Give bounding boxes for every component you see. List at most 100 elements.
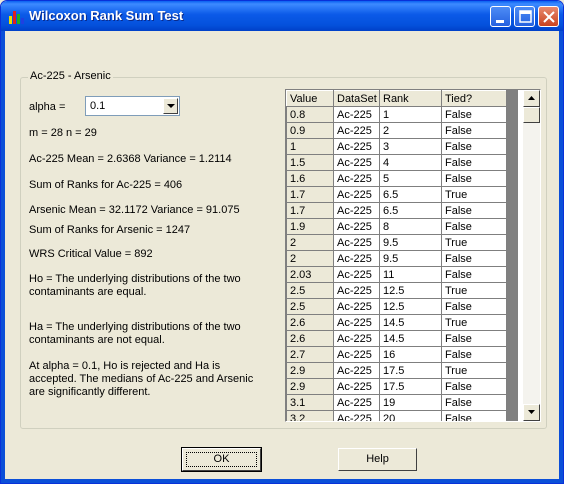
table-cell: 2 (286, 234, 334, 251)
table-cell: 8 (379, 218, 442, 235)
table-row[interactable]: 2 Ac-225 9.5 False (286, 250, 507, 267)
table-cell: 2 (286, 250, 334, 267)
table-cell: 9.5 (379, 250, 442, 267)
table-row[interactable]: 0.9 Ac-225 2 False (286, 122, 507, 139)
window-title: Wilcoxon Rank Sum Test (29, 8, 184, 23)
close-button[interactable] (538, 6, 559, 27)
table-header-row: Value DataSet Rank Tied? (286, 90, 507, 107)
ok-button[interactable]: OK (181, 447, 262, 472)
table-cell: Ac-225 (333, 154, 380, 171)
table-cell: Ac-225 (333, 394, 380, 411)
table-row[interactable]: 2.5 Ac-225 12.5 False (286, 298, 507, 315)
table-cell: False (441, 298, 507, 315)
ranks-table[interactable]: Value DataSet Rank Tied? 0.8 Ac-225 1 False… (285, 89, 541, 422)
table-row[interactable]: 2.5 Ac-225 12.5 True (286, 282, 507, 299)
table-cell: 3 (379, 138, 442, 155)
table-cell: 3.2 (286, 410, 334, 421)
table-row[interactable]: 2.6 Ac-225 14.5 True (286, 314, 507, 331)
table-cell: Ac-225 (333, 202, 380, 219)
table-cell: 20 (379, 410, 442, 421)
table-cell: 17.5 (379, 378, 442, 395)
scroll-thumb[interactable] (523, 107, 540, 123)
table-cell: False (441, 410, 507, 421)
alpha-dropdown-button[interactable] (163, 98, 178, 114)
arsenic-mean-variance: Arsenic Mean = 32.1172 Variance = 91.075 (29, 204, 240, 216)
frame-right (559, 31, 563, 483)
table-cell: 17.5 (379, 362, 442, 379)
table-cell: 1 (286, 138, 334, 155)
table-cell: Ac-225 (333, 266, 380, 283)
frame-left (1, 31, 5, 483)
table-row[interactable]: 1.6 Ac-225 5 False (286, 170, 507, 187)
close-icon (543, 11, 555, 23)
table-cell: Ac-225 (333, 378, 380, 395)
table-row[interactable]: 2.9 Ac-225 17.5 False (286, 378, 507, 395)
table-cell: Ac-225 (333, 122, 380, 139)
table-cell: 2.03 (286, 266, 334, 283)
scroll-down-button[interactable] (523, 404, 540, 421)
frame-bottom (1, 479, 563, 483)
table-cell: 1.7 (286, 186, 334, 203)
table-cell: Ac-225 (333, 170, 380, 187)
table-cell: Ac-225 (333, 106, 380, 123)
test-conclusion: At alpha = 0.1, Ho is rejected and Ha is… (29, 360, 254, 398)
table-cell: Ac-225 (333, 186, 380, 203)
table-body: 0.8 Ac-225 1 False 0.9 Ac-225 2 False 1 Ac-225 3 Fa… (286, 106, 507, 421)
maximize-button[interactable] (514, 6, 535, 27)
table-row[interactable]: 1.7 Ac-225 6.5 True (286, 186, 507, 203)
vertical-scrollbar[interactable] (523, 90, 540, 421)
table-cell: 9.5 (379, 234, 442, 251)
table-cell: 6.5 (379, 202, 442, 219)
table-row[interactable]: 3.2 Ac-225 20 False (286, 410, 507, 421)
table-row[interactable]: 2.7 Ac-225 16 False (286, 346, 507, 363)
table-cell: 0.8 (286, 106, 334, 123)
dialog-window: Wilcoxon Rank Sum Test Ac-225 - Arsenic … (0, 0, 564, 484)
table-cell: 11 (379, 266, 442, 283)
table-row[interactable]: 0.8 Ac-225 1 False (286, 106, 507, 123)
table-row[interactable]: 1 Ac-225 3 False (286, 138, 507, 155)
table-cell: 2.5 (286, 282, 334, 299)
table-cell: 1 (379, 106, 442, 123)
table-row[interactable]: 1.5 Ac-225 4 False (286, 154, 507, 171)
table-cell: 2.5 (286, 298, 334, 315)
table-row[interactable]: 2.9 Ac-225 17.5 True (286, 362, 507, 379)
table-cell: Ac-225 (333, 218, 380, 235)
table-cell: False (441, 394, 507, 411)
table-cell: Ac-225 (333, 138, 380, 155)
table-cell: 5 (379, 170, 442, 187)
table-cell: 1.7 (286, 202, 334, 219)
column-header-dataset[interactable]: DataSet (333, 90, 380, 107)
table-row[interactable]: 2 Ac-225 9.5 True (286, 234, 507, 251)
minimize-button[interactable] (490, 6, 511, 27)
column-header-tied[interactable]: Tied? (441, 90, 507, 107)
table-cell: False (441, 346, 507, 363)
scroll-down-icon (528, 410, 535, 414)
table-row[interactable]: 1.9 Ac-225 8 False (286, 218, 507, 235)
alpha-select[interactable]: 0.1 (85, 96, 180, 116)
column-header-value[interactable]: Value (286, 90, 334, 107)
table-cell: 2 (379, 122, 442, 139)
chevron-down-icon (167, 104, 175, 108)
table-cell: False (441, 106, 507, 123)
table-cell: False (441, 266, 507, 283)
help-button[interactable]: Help (338, 448, 417, 471)
table-row[interactable]: 3.1 Ac-225 19 False (286, 394, 507, 411)
ranks-grid: Value DataSet Rank Tied? 0.8 Ac-225 1 False… (286, 90, 507, 421)
table-cell: Ac-225 (333, 250, 380, 267)
table-row[interactable]: 1.7 Ac-225 6.5 False (286, 202, 507, 219)
table-cell: False (441, 138, 507, 155)
table-row[interactable]: 2.6 Ac-225 14.5 False (286, 330, 507, 347)
title-bar[interactable]: Wilcoxon Rank Sum Test (1, 1, 563, 31)
table-cell: Ac-225 (333, 330, 380, 347)
table-cell: Ac-225 (333, 298, 380, 315)
alpha-label: alpha = (29, 101, 66, 113)
table-cell: False (441, 122, 507, 139)
scroll-up-button[interactable] (523, 90, 540, 107)
table-cell: 19 (379, 394, 442, 411)
table-cell: 2.6 (286, 314, 334, 331)
wrs-critical-value: WRS Critical Value = 892 (29, 248, 153, 260)
table-row[interactable]: 2.03 Ac-225 11 False (286, 266, 507, 283)
ac225-mean-variance: Ac-225 Mean = 2.6368 Variance = 1.2114 (29, 153, 232, 165)
table-cell: Ac-225 (333, 314, 380, 331)
column-header-rank[interactable]: Rank (379, 90, 442, 107)
